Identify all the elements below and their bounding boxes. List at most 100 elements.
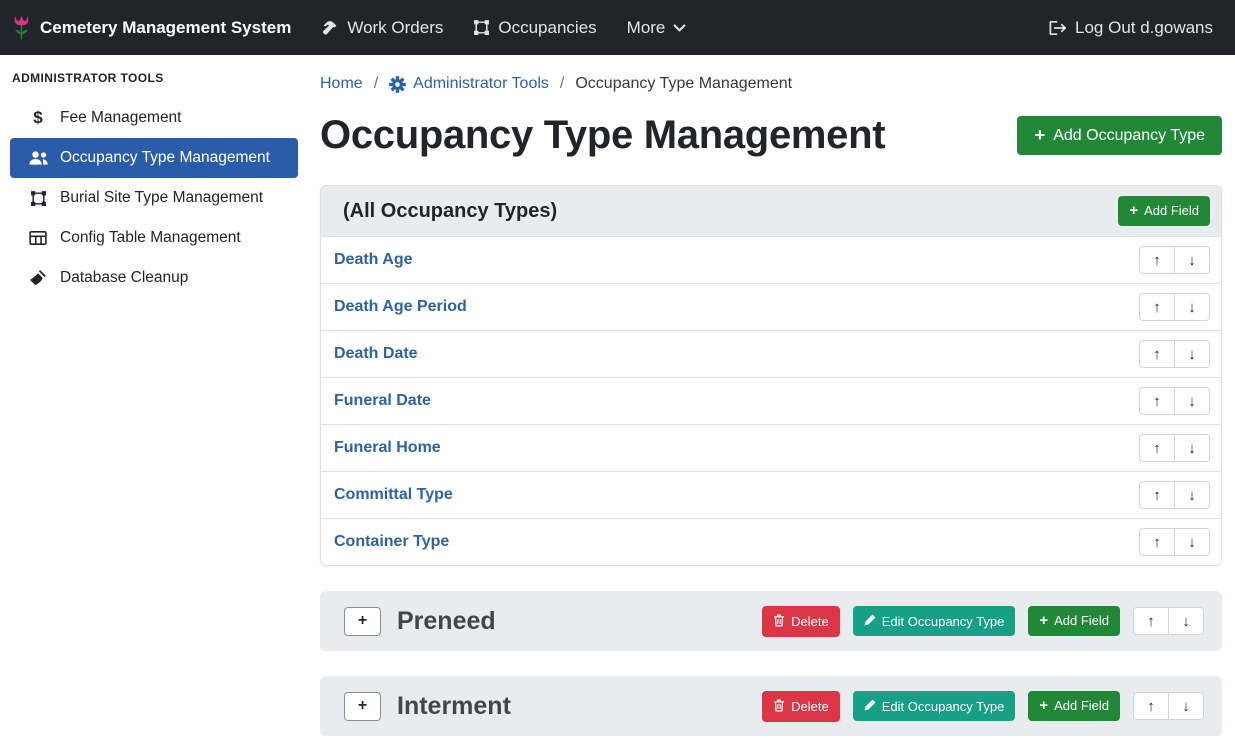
field-row: Funeral Date ↑ ↓	[321, 377, 1221, 424]
breadcrumb-home[interactable]: Home	[320, 75, 363, 93]
sidebar-heading: Administrator Tools	[0, 63, 308, 98]
all-occupancy-types-card: (All Occupancy Types) + Add Field Death …	[320, 185, 1222, 566]
dollar-icon: $	[27, 108, 49, 128]
fields-list: Death Age ↑ ↓ Death Age Period ↑ ↓ Death…	[321, 236, 1221, 565]
move-down-button[interactable]: ↓	[1174, 387, 1210, 415]
delete-button[interactable]: Delete	[762, 691, 840, 722]
field-link[interactable]: Death Age	[334, 251, 413, 269]
add-field-button[interactable]: + Add Field	[1028, 691, 1120, 720]
move-down-button[interactable]: ↓	[1174, 528, 1210, 556]
sidebar-item-label: Occupancy Type Management	[60, 149, 270, 167]
down-arrow-icon: ↓	[1188, 488, 1196, 503]
nav-more[interactable]: More	[627, 18, 687, 38]
edit-occupancy-type-label: Edit Occupancy Type	[882, 615, 1005, 628]
add-field-button[interactable]: + Add Field	[1028, 606, 1120, 635]
sidebar-item-label: Database Cleanup	[60, 269, 188, 287]
move-down-button[interactable]: ↓	[1174, 434, 1210, 462]
edit-occupancy-type-button[interactable]: Edit Occupancy Type	[853, 691, 1016, 721]
occupancy-type-section: + Preneed Delete Edit Occupancy Type	[320, 591, 1222, 651]
move-up-button[interactable]: ↑	[1139, 387, 1175, 415]
breadcrumb-admin-label: Administrator Tools	[413, 75, 549, 93]
trash-icon	[773, 699, 785, 714]
move-up-button[interactable]: ↑	[1139, 434, 1175, 462]
breadcrumb-admin-tools[interactable]: Administrator Tools	[389, 75, 549, 93]
move-down-button[interactable]: ↓	[1168, 607, 1204, 635]
down-arrow-icon: ↓	[1188, 253, 1196, 268]
nav-work-orders[interactable]: Work Orders	[321, 18, 443, 38]
pencil-icon	[864, 699, 876, 713]
move-up-button[interactable]: ↑	[1139, 246, 1175, 274]
reorder-button-group: ↑ ↓	[1139, 481, 1210, 509]
move-up-button[interactable]: ↑	[1139, 340, 1175, 368]
field-link[interactable]: Death Age Period	[334, 298, 467, 316]
up-arrow-icon: ↑	[1153, 394, 1161, 409]
add-field-label: Add Field	[1144, 204, 1199, 217]
field-link[interactable]: Container Type	[334, 533, 449, 551]
add-field-button[interactable]: + Add Field	[1118, 196, 1210, 225]
sidebar-item-label: Fee Management	[60, 109, 182, 127]
move-up-button[interactable]: ↑	[1139, 528, 1175, 556]
delete-button[interactable]: Delete	[762, 606, 840, 637]
sidebar-item-database-cleanup[interactable]: Database Cleanup	[10, 258, 298, 298]
move-up-button[interactable]: ↑	[1133, 692, 1169, 720]
expand-button[interactable]: +	[344, 607, 381, 636]
occupancies-icon	[473, 19, 490, 36]
app-brand[interactable]: Cemetery Management System	[12, 14, 291, 41]
plus-icon: +	[358, 612, 367, 629]
field-link[interactable]: Funeral Date	[334, 392, 431, 410]
table-icon	[27, 229, 49, 247]
field-row: Death Age ↑ ↓	[321, 236, 1221, 283]
edit-occupancy-type-button[interactable]: Edit Occupancy Type	[853, 606, 1016, 636]
down-arrow-icon: ↓	[1188, 394, 1196, 409]
breadcrumb: Home / Administrator Tools / Occupancy T…	[320, 75, 1222, 93]
field-link[interactable]: Committal Type	[334, 486, 453, 504]
move-down-button[interactable]: ↓	[1174, 340, 1210, 368]
breadcrumb-separator: /	[560, 75, 564, 93]
down-arrow-icon: ↓	[1188, 347, 1196, 362]
logout-icon	[1048, 20, 1067, 36]
all-occupancy-types-header: (All Occupancy Types) + Add Field	[321, 186, 1221, 236]
section-actions: Delete Edit Occupancy Type + Add Field ↑	[762, 606, 1204, 637]
sidebar-item-occupancy-type-management[interactable]: Occupancy Type Management	[10, 138, 298, 178]
add-field-label: Add Field	[1054, 699, 1109, 712]
delete-label: Delete	[791, 615, 829, 628]
sidebar-item-fee-management[interactable]: $ Fee Management	[10, 98, 298, 138]
plus-icon: +	[1129, 204, 1138, 217]
occupancy-type-title: Preneed	[397, 607, 496, 636]
up-arrow-icon: ↑	[1153, 441, 1161, 456]
move-down-button[interactable]: ↓	[1174, 293, 1210, 321]
field-link[interactable]: Funeral Home	[334, 439, 441, 457]
expand-button[interactable]: +	[344, 692, 381, 721]
logout-link[interactable]: Log Out d.gowans	[1048, 18, 1213, 38]
move-up-button[interactable]: ↑	[1133, 607, 1169, 635]
move-down-button[interactable]: ↓	[1174, 481, 1210, 509]
field-row: Death Date ↑ ↓	[321, 330, 1221, 377]
pencil-icon	[864, 614, 876, 628]
work-orders-icon	[321, 19, 339, 37]
reorder-button-group: ↑ ↓	[1133, 607, 1204, 635]
main-content: Home / Administrator Tools / Occupancy T…	[308, 55, 1235, 738]
move-down-button[interactable]: ↓	[1174, 246, 1210, 274]
reorder-button-group: ↑ ↓	[1139, 434, 1210, 462]
card-title: (All Occupancy Types)	[343, 200, 557, 223]
nav-occupancies[interactable]: Occupancies	[473, 18, 596, 38]
app-title: Cemetery Management System	[40, 18, 291, 38]
move-down-button[interactable]: ↓	[1168, 692, 1204, 720]
add-occupancy-type-button[interactable]: + Add Occupancy Type	[1017, 116, 1222, 155]
gear-icon	[389, 76, 406, 93]
move-up-button[interactable]: ↑	[1139, 481, 1175, 509]
sidebar-item-burial-site-type-management[interactable]: Burial Site Type Management	[10, 178, 298, 218]
reorder-button-group: ↑ ↓	[1139, 387, 1210, 415]
up-arrow-icon: ↑	[1153, 300, 1161, 315]
nav-label: Work Orders	[347, 18, 443, 38]
field-link[interactable]: Death Date	[334, 345, 418, 363]
field-row: Committal Type ↑ ↓	[321, 471, 1221, 518]
people-icon	[27, 150, 49, 166]
add-field-label: Add Field	[1054, 614, 1109, 627]
section-actions: Delete Edit Occupancy Type + Add Field ↑	[762, 691, 1204, 722]
sidebar-item-config-table-management[interactable]: Config Table Management	[10, 218, 298, 258]
title-row: Occupancy Type Management + Add Occupanc…	[320, 113, 1222, 158]
move-up-button[interactable]: ↑	[1139, 293, 1175, 321]
trash-icon	[773, 614, 785, 629]
reorder-button-group: ↑ ↓	[1139, 528, 1210, 556]
